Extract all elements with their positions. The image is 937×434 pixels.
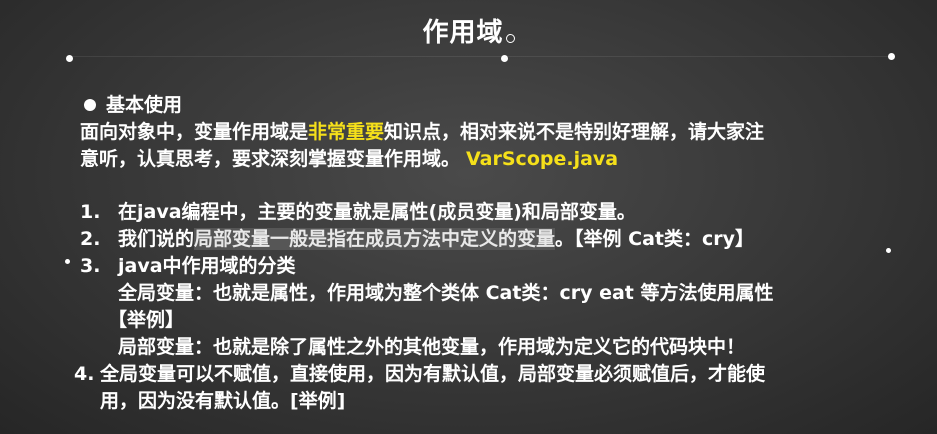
file-reference: VarScope.java	[466, 148, 619, 170]
global-variable-desc: 全局变量：也就是属性，作用域为整个类体 Cat类：cry eat 等方法使用属性…	[108, 282, 774, 331]
list-item-2: 2. 我们说的局部变量一般是指在成员方法中定义的变量。【举例 Cat类：cry】	[80, 228, 755, 250]
list-item-4: 4. 全局变量可以不赋值，直接使用，因为有默认值，局部变量必须赋值后，才能使 用…	[74, 363, 766, 412]
slide: 作用域 基本使用 面向对象中，变量作用域是非常重要知识点，相对来说不是特别好理解…	[0, 0, 937, 434]
decor-dot-center	[501, 55, 508, 62]
divider-line	[72, 56, 892, 57]
intro-highlight: 非常重要	[308, 121, 385, 143]
section-heading: 基本使用	[80, 92, 925, 119]
decor-dot-right	[888, 53, 895, 60]
local-variable-desc: 局部变量：也就是除了属性之外的其他变量，作用域为定义它的代码块中！	[118, 336, 746, 358]
selected-text-highlight: 局部变量一般是指在成员方法中定义的变量	[194, 228, 556, 250]
slide-content: 基本使用 面向对象中，变量作用域是非常重要知识点，相对来说不是特别好理解，请大家…	[74, 92, 925, 415]
intro-line-2: 意听，认真思考，要求深刻掌握变量作用域。 VarScope.java	[80, 148, 619, 170]
intro-line-1: 面向对象中，变量作用域是非常重要知识点，相对来说不是特别好理解，请大家注	[80, 121, 765, 143]
slide-title: 作用域	[0, 12, 937, 49]
decor-dot-left	[66, 55, 73, 62]
intro-paragraph: 面向对象中，变量作用域是非常重要知识点，相对来说不是特别好理解，请大家注 意听，…	[80, 119, 925, 173]
list-item-1: 1. 在java编程中，主要的变量就是属性(成员变量)和局部变量。	[80, 201, 636, 223]
decor-dot-mid-left	[65, 259, 70, 264]
bullet-icon	[84, 99, 96, 111]
title-circle-icon	[505, 34, 515, 43]
list-item-3: 3. java中作用域的分类	[80, 255, 296, 277]
